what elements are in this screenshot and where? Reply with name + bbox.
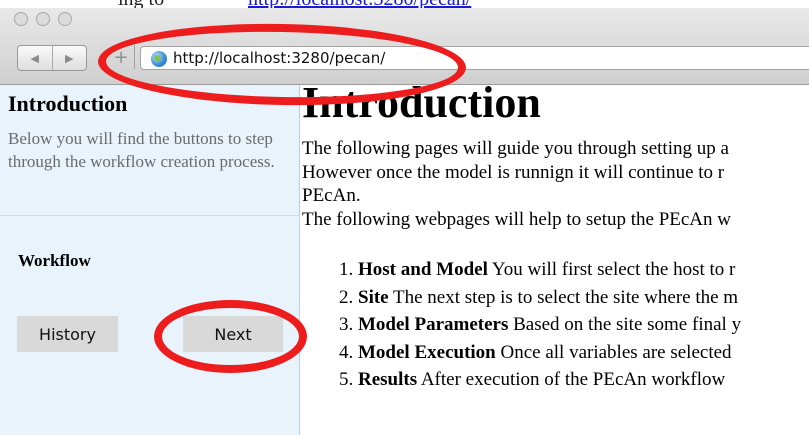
zoom-window-button[interactable] [58,12,72,26]
intro-paragraph: The following pages will guide you throu… [302,137,731,231]
globe-icon [151,51,167,67]
minimize-window-button[interactable] [36,12,50,26]
workflow-label: Workflow [18,251,91,270]
step-text: Once all variables are selected [495,341,732,363]
address-bar[interactable]: http://localhost:3280/pecan/ [140,46,809,70]
next-button[interactable]: Next [183,316,283,352]
close-window-button[interactable] [14,12,28,26]
step-text: The next step is to select the site wher… [388,286,739,308]
history-button[interactable]: History [17,316,118,352]
list-item: Host and Model You will first select the… [358,256,741,284]
step-text: Based on the site some final y [508,314,742,335]
window-controls [14,12,72,26]
step-title: Model Execution [358,341,496,363]
sidebar-title: Introduction [8,91,128,116]
intro-line: However once the model is runnign it wil… [302,161,725,183]
step-title: Results [358,369,418,390]
new-tab-button[interactable]: + [108,45,135,69]
intro-line: PEcAn. [302,185,361,206]
forward-button[interactable]: ▶ [51,46,87,70]
back-button[interactable]: ◀ [18,46,52,70]
intro-line: The following webpages will help to setu… [302,208,732,230]
list-item: Model Parameters Based on the site some … [358,311,741,339]
sidebar-divider [0,215,299,216]
step-text: After execution of the PEcAn workflow [417,369,726,390]
list-item: Results After execution of the PEcAn wor… [358,366,741,394]
nav-buttons: ◀ ▶ [17,45,87,71]
step-title: Model Parameters [358,314,509,335]
url-text[interactable]: http://localhost:3280/pecan/ [173,49,385,67]
steps-list: Host and Model You will first select the… [302,256,741,394]
sidebar: Introduction Below you will find the but… [0,85,300,435]
sidebar-description: Below you will find the buttons to step … [8,129,275,171]
main-content: Introduction The following pages will gu… [302,85,809,435]
intro-line: The following pages will guide you throu… [302,138,729,159]
list-item: Site The next step is to select the site… [358,284,741,312]
list-item: Model Execution Once all variables are s… [358,339,741,367]
step-title: Host and Model [358,259,488,280]
browser-toolbar: ◀ ▶ + http://localhost:3280/pecan/ [0,8,809,85]
step-title: Site [358,286,389,308]
page-title: Introduction [302,85,541,127]
step-text: You will first select the host to r [487,259,736,280]
